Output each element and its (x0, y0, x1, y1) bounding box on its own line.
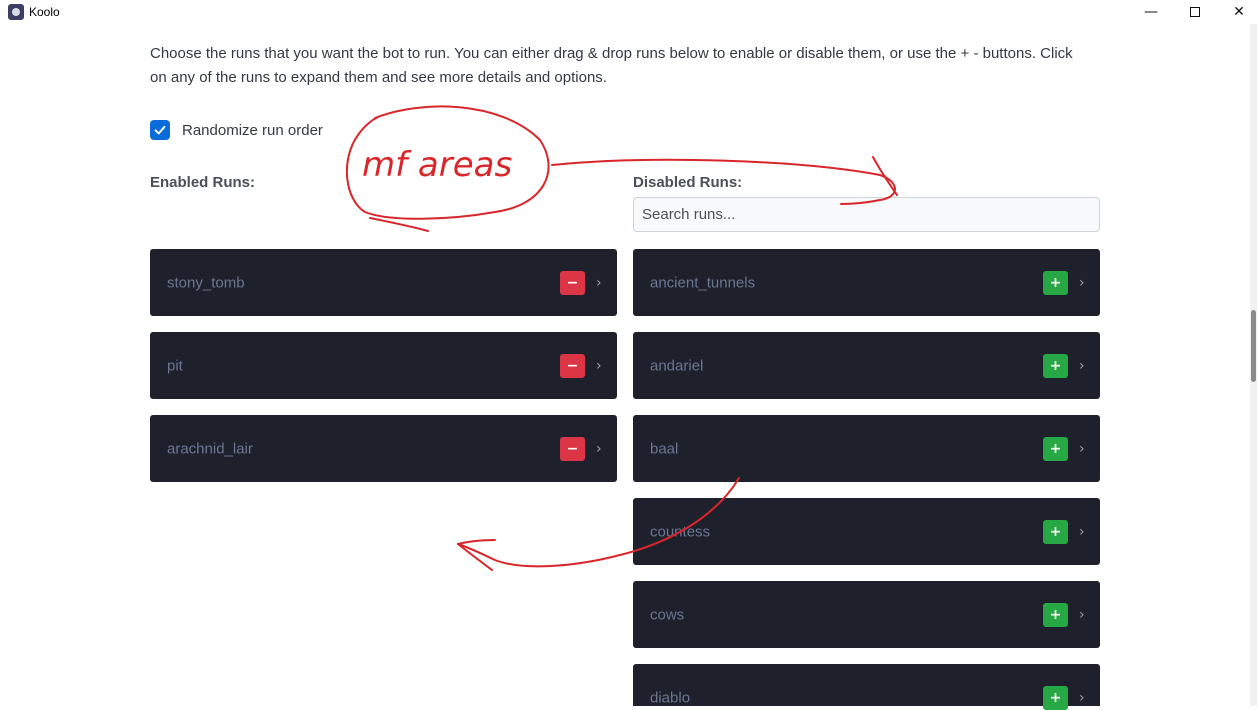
run-name: pit (167, 357, 183, 374)
randomize-row[interactable]: Randomize run order (150, 120, 323, 140)
minimize-button[interactable]: — (1128, 0, 1174, 24)
chevron-right-icon[interactable]: › (596, 275, 602, 291)
enable-run-button[interactable]: + (1043, 519, 1068, 544)
run-name: stony_tomb (167, 274, 245, 291)
randomize-checkbox[interactable] (150, 120, 170, 140)
chevron-right-icon[interactable]: › (1079, 441, 1085, 457)
enable-run-button[interactable]: + (1043, 270, 1068, 295)
disable-run-button[interactable]: − (560, 353, 585, 378)
enabled-run-card[interactable]: arachnid_lair − › (150, 415, 617, 482)
app-icon (8, 4, 24, 20)
maximize-button[interactable] (1172, 0, 1218, 24)
vertical-scrollbar[interactable] (1250, 24, 1257, 706)
search-runs-input[interactable] (633, 197, 1100, 232)
disable-run-button[interactable]: − (560, 436, 585, 461)
run-name: arachnid_lair (167, 440, 253, 457)
annotation-circle (345, 105, 550, 220)
enabled-run-card[interactable]: stony_tomb − › (150, 249, 617, 316)
annotation-arrow-left-head-bottom (457, 543, 493, 571)
disabled-run-card[interactable]: ancient_tunnels + › (633, 249, 1100, 316)
annotation-circle-tail (369, 217, 429, 232)
annotation-arrow-right-head (872, 156, 898, 196)
chevron-right-icon[interactable]: › (1079, 690, 1085, 706)
chevron-right-icon[interactable]: › (1079, 607, 1085, 623)
close-button[interactable]: ✕ (1216, 0, 1257, 24)
disabled-run-card[interactable]: cows + › (633, 581, 1100, 648)
enable-run-button[interactable]: + (1043, 436, 1068, 461)
maximize-icon (1190, 7, 1200, 17)
chevron-right-icon[interactable]: › (596, 358, 602, 374)
enable-run-button[interactable]: + (1043, 602, 1068, 627)
run-name: andariel (650, 357, 704, 374)
randomize-label: Randomize run order (182, 121, 323, 139)
disable-run-button[interactable]: − (560, 270, 585, 295)
enabled-runs-heading: Enabled Runs: (150, 174, 256, 191)
scrollbar-thumb[interactable] (1251, 310, 1256, 382)
disabled-runs-heading: Disabled Runs: (633, 174, 743, 191)
window-title: Koolo (29, 5, 60, 19)
chevron-right-icon[interactable]: › (1079, 358, 1085, 374)
run-name: baal (650, 440, 679, 457)
intro-text: Choose the runs that you want the bot to… (150, 45, 1073, 86)
disabled-run-card[interactable]: andariel + › (633, 332, 1100, 399)
enable-run-button[interactable]: + (1043, 353, 1068, 378)
chevron-right-icon[interactable]: › (1079, 524, 1085, 540)
run-name: ancient_tunnels (650, 274, 756, 291)
run-name: countess (650, 523, 711, 540)
chevron-right-icon[interactable]: › (596, 441, 602, 457)
annotation-text: mf areas (362, 145, 512, 185)
enabled-run-card[interactable]: pit − › (150, 332, 617, 399)
run-name: cows (650, 606, 685, 623)
run-name: diablo (650, 689, 691, 707)
checkmark-icon (154, 125, 166, 135)
disabled-run-card[interactable]: countess + › (633, 498, 1100, 565)
annotation-arrow-left-head-top (457, 539, 496, 545)
title-bar: Koolo — ✕ (0, 0, 1257, 24)
disabled-run-card[interactable]: diablo + › (633, 664, 1100, 710)
enable-run-button[interactable]: + (1043, 686, 1068, 710)
chevron-right-icon[interactable]: › (1079, 275, 1085, 291)
disabled-run-card[interactable]: baal + › (633, 415, 1100, 482)
